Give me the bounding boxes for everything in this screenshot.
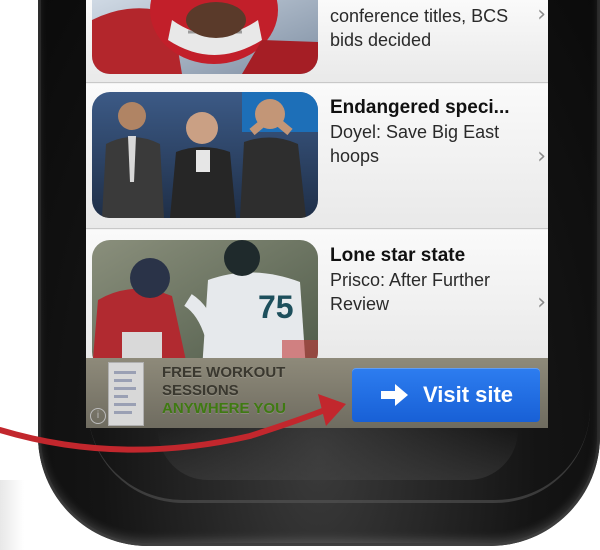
- chevron-right-icon: ›: [537, 290, 546, 315]
- story-text: Lone star state Prisco: After Further Re…: [330, 244, 530, 316]
- story-thumbnail: [92, 0, 318, 74]
- visit-site-label: Visit site: [422, 382, 514, 407]
- story-item-endangered[interactable]: Endangered speci... Doyel: Save Big East…: [86, 84, 548, 229]
- story-headline: Endangered speci...: [330, 97, 510, 118]
- visit-site-button[interactable]: Visit site: [352, 368, 540, 422]
- story-text: conference titles, BCS bids decided: [330, 4, 530, 52]
- story-thumbnail: 75: [92, 240, 318, 370]
- phone-screen: conference titles, BCS bids decided › En…: [86, 0, 548, 428]
- screenshot-stage: conference titles, BCS bids decided › En…: [0, 0, 600, 550]
- story-summary: conference titles, BCS bids decided: [330, 6, 509, 50]
- story-item-conference[interactable]: conference titles, BCS bids decided ›: [86, 0, 548, 83]
- story-text: Endangered speci... Doyel: Save Big East…: [330, 96, 530, 168]
- chevron-right-icon: ›: [537, 144, 546, 169]
- story-headline: Lone star state: [330, 245, 466, 266]
- background-fade: [0, 480, 24, 550]
- red-callout-arrow: [0, 394, 346, 453]
- svg-text:75: 75: [258, 289, 294, 325]
- story-thumbnail: [92, 92, 318, 218]
- arrow-right-icon: [379, 383, 409, 407]
- chevron-right-icon: ›: [537, 2, 546, 27]
- story-summary: Prisco: After Further Review: [330, 270, 491, 314]
- story-summary: Doyel: Save Big East hoops: [330, 122, 500, 166]
- story-item-lone-star[interactable]: 75 Lone star state Prisco: After Further…: [86, 230, 548, 370]
